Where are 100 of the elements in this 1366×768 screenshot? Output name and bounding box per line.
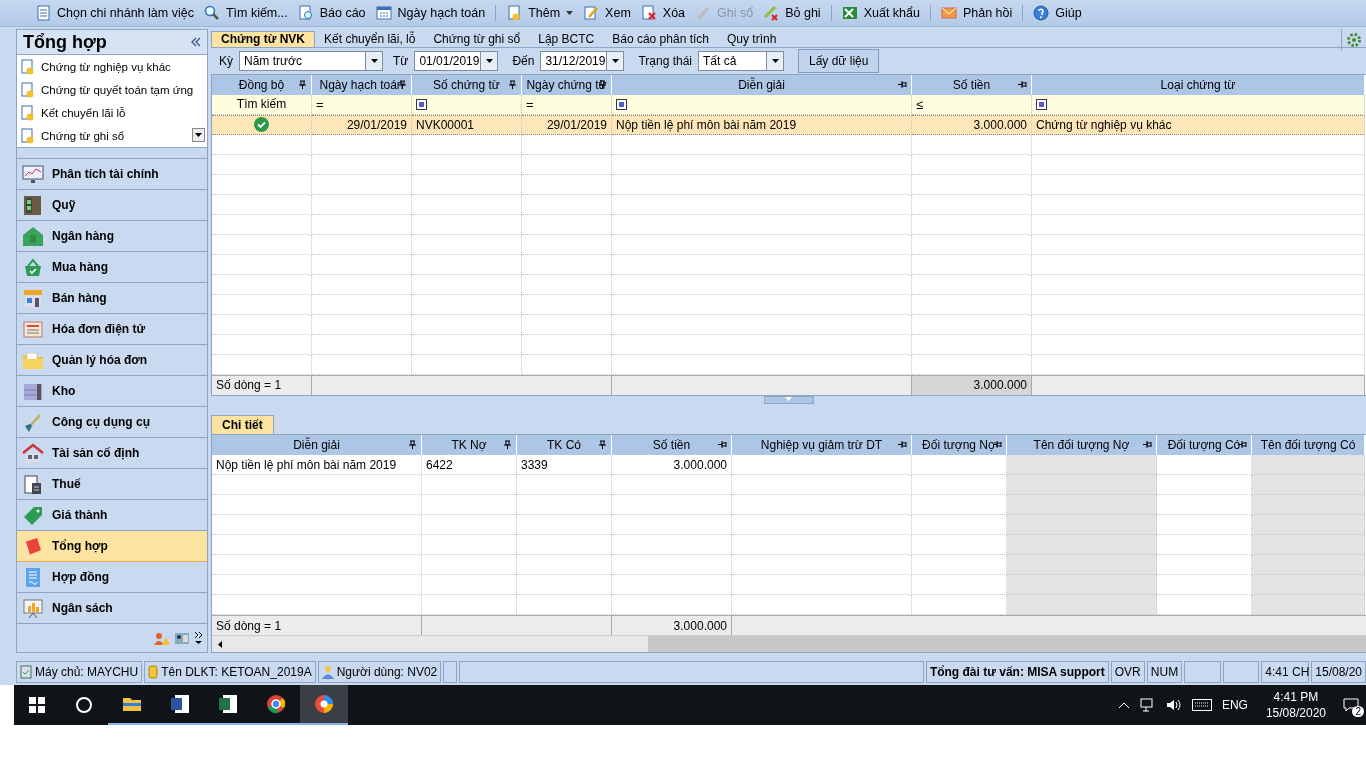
add-document-icon <box>506 5 523 21</box>
scrollbar-thumb[interactable] <box>648 636 1366 652</box>
module-item[interactable]: Tài sản cố định <box>17 438 207 469</box>
server-icon <box>20 665 32 679</box>
tab[interactable]: Chứng từ NVK <box>211 31 316 47</box>
column-header[interactable]: TK Nợ <box>422 435 517 455</box>
browser-icon[interactable] <box>266 694 286 714</box>
caret-icon <box>566 10 574 16</box>
module-item[interactable]: Kho <box>17 376 207 407</box>
module-item[interactable]: Ngân sách <box>17 593 207 624</box>
module-item[interactable]: Bán hàng <box>17 283 207 314</box>
column-header[interactable]: Đối tượng Có <box>1157 435 1252 455</box>
circle-icon[interactable] <box>74 695 94 715</box>
chevron-up-icon[interactable] <box>1117 701 1130 709</box>
table-cell: NVK00001 <box>412 114 522 135</box>
column-header[interactable]: Nghiệp vụ giảm trừ DT <box>732 435 912 455</box>
tab[interactable]: Kết chuyển lãi, lỗ <box>315 31 425 47</box>
column-header[interactable]: Số tiền <box>912 74 1032 95</box>
dropdown-button[interactable] <box>192 128 205 142</box>
more-icon[interactable] <box>194 631 203 645</box>
user-status: Người dùng: NV02 <box>336 665 438 679</box>
module-item[interactable]: Quỹ <box>17 190 207 221</box>
module-item[interactable]: Hợp đồng <box>17 562 207 593</box>
date-field[interactable]: 01/01/2019 <box>414 50 499 71</box>
fetch-button[interactable]: Lấy dữ liệu <box>798 48 880 73</box>
tab[interactable]: Chứng từ ghi sổ <box>424 31 530 47</box>
filter-cell[interactable] <box>412 94 522 115</box>
date-field[interactable]: 31/12/2019 <box>540 50 625 71</box>
toolbar-button[interactable]: Xem <box>578 2 636 24</box>
period-dropdown[interactable]: Năm trước <box>239 50 383 71</box>
toolbar-button[interactable]: Xóa <box>635 2 691 24</box>
language-indicator[interactable]: ENG <box>1221 698 1248 712</box>
spreadsheet-icon[interactable] <box>218 694 238 714</box>
module-item[interactable]: Phân tích tài chính <box>17 159 207 190</box>
module-item[interactable]: Ngân hàng <box>17 221 207 252</box>
filter-cell[interactable] <box>612 94 912 115</box>
column-header[interactable]: Ngày chứng từ <box>522 74 612 95</box>
pencil-icon <box>695 5 712 21</box>
toolbar-button[interactable]: Báo cáo <box>292 2 371 24</box>
column-header[interactable]: TK Có <box>517 435 612 455</box>
column-header[interactable]: Loại chứng từ <box>1032 74 1365 95</box>
toolbar-button[interactable]: Thêm <box>501 2 579 24</box>
detail-tab[interactable]: Chi tiết <box>211 415 274 434</box>
toolbar-button[interactable]: Chọn chi nhánh làm việc <box>30 2 199 24</box>
id-card-icon[interactable] <box>174 631 190 645</box>
shortcut-item[interactable]: Chứng từ nghiệp vụ khác <box>17 55 207 78</box>
column-header[interactable]: Đồng bộ <box>212 74 312 95</box>
folder-icon <box>22 349 44 371</box>
toolbar-button[interactable]: Xuất khẩu <box>836 2 925 24</box>
table-cell: 6422 <box>422 455 517 475</box>
splitter-handle[interactable] <box>763 395 814 404</box>
report-icon <box>297 5 314 21</box>
column-header[interactable]: Đối tượng Nợ <box>912 435 1007 455</box>
column-header[interactable]: Diễn giải <box>212 435 422 455</box>
swirl-logo-icon[interactable] <box>314 694 334 714</box>
status-dropdown[interactable]: Tất cả <box>698 50 784 71</box>
word-document-icon[interactable] <box>170 694 190 714</box>
tab[interactable]: Báo cáo phân tích <box>603 31 718 47</box>
toolbar-button[interactable]: Phản hồi <box>935 2 1018 24</box>
table-cell: Nộp tiền lệ phí môn bài năm 2019 <box>612 114 912 135</box>
filter-box-icon[interactable] <box>1036 98 1047 110</box>
filter-cell[interactable]: = <box>312 94 412 115</box>
column-header[interactable]: Tên đối tượng Có <box>1252 435 1365 455</box>
toolbar-button[interactable]: Ngày hạch toán <box>370 2 491 24</box>
column-header[interactable]: Tên đối tượng Nợ <box>1007 435 1157 455</box>
filter-cell[interactable]: ≤ <box>912 94 1032 115</box>
filter-box-icon[interactable] <box>616 98 627 110</box>
filter-box-icon[interactable] <box>416 98 427 110</box>
speaker-icon[interactable] <box>1165 698 1182 712</box>
column-header[interactable]: Diễn giải <box>612 74 912 95</box>
keyboard-icon[interactable] <box>1191 699 1212 711</box>
network-icon[interactable] <box>1139 698 1156 712</box>
horizontal-scrollbar[interactable] <box>212 635 1366 652</box>
toolbar-button[interactable]: Giúp <box>1028 2 1087 24</box>
module-item[interactable]: Mua hàng <box>17 252 207 283</box>
scroll-left-icon[interactable] <box>218 640 222 648</box>
collapse-icon[interactable] <box>191 37 201 47</box>
module-item[interactable]: Thuế <box>17 469 207 500</box>
toolbar-button[interactable]: Bỏ ghi <box>758 2 826 24</box>
tab[interactable]: Lập BCTC <box>529 31 604 47</box>
taskbar-clock[interactable]: 4:41 PM 15/08/2020 <box>1255 689 1336 721</box>
cabinet-icon <box>22 194 44 216</box>
module-item[interactable]: Tổng hợp <box>17 531 207 562</box>
column-header[interactable]: Số tiền <box>612 435 732 455</box>
filter-cell[interactable]: Tìm kiếm <box>212 94 312 115</box>
filter-cell[interactable] <box>1032 94 1365 115</box>
shortcut-item[interactable]: Kết chuyển lãi lỗ <box>17 101 207 124</box>
help-icon <box>1033 5 1050 21</box>
pin-icon <box>503 440 512 449</box>
module-item[interactable]: Công cụ dụng cụ <box>17 407 207 438</box>
toolbar-button[interactable]: Tìm kiếm... <box>198 2 293 24</box>
notification-button[interactable]: 2 <box>1336 685 1366 725</box>
filter-cell[interactable]: = <box>522 94 612 115</box>
module-item[interactable]: Quản lý hóa đơn <box>17 345 207 376</box>
column-header[interactable]: Số chứng từ <box>412 74 522 95</box>
shortcut-item[interactable]: Chứng từ ghi sổ <box>17 124 207 147</box>
shortcut-item[interactable]: Chứng từ quyết toán tạm ứng <box>17 78 207 101</box>
tab[interactable]: Quy trình <box>718 31 786 47</box>
windows-icon[interactable] <box>27 695 47 715</box>
module-item[interactable]: Hóa đơn điện tử <box>17 314 207 345</box>
